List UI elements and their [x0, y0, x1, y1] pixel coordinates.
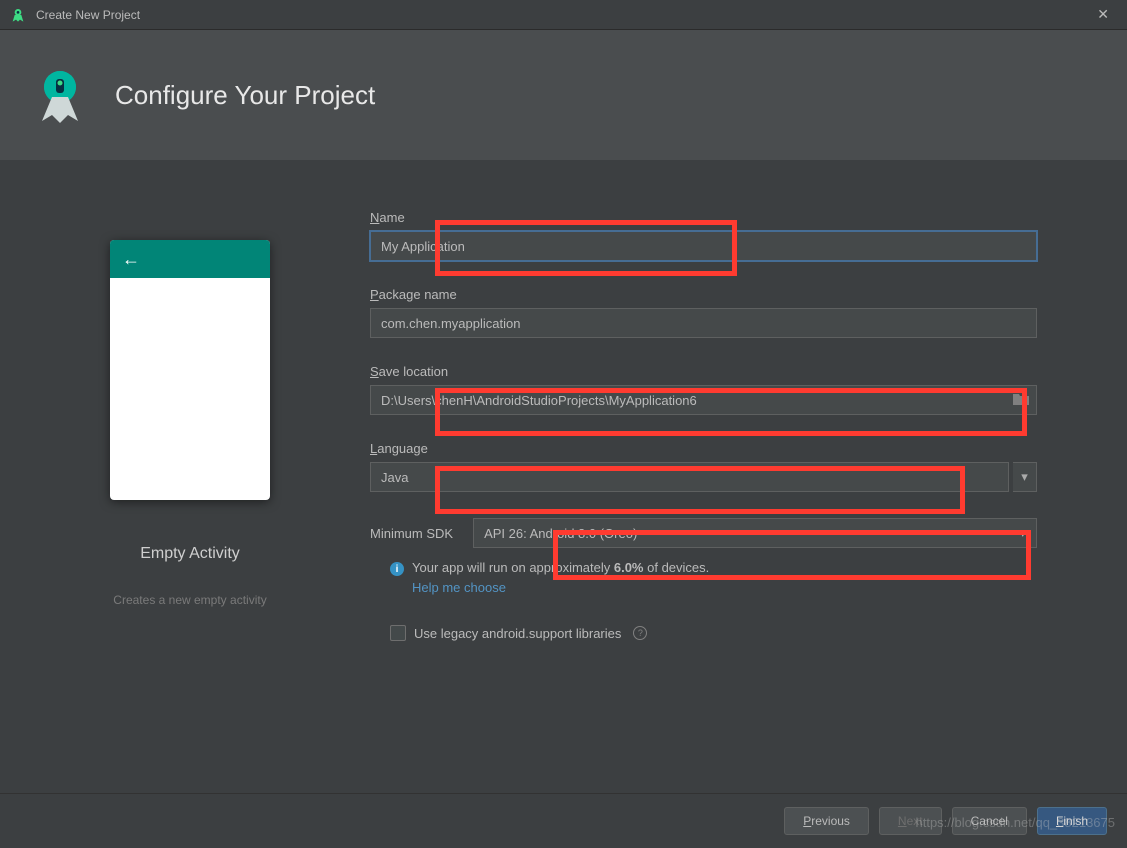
close-icon[interactable]: ✕ — [1089, 2, 1117, 27]
window-title: Create New Project — [36, 8, 1089, 22]
form-column: Name Package name Save location Language… — [370, 210, 1037, 641]
min-sdk-label: Minimum SDK — [370, 526, 453, 541]
preview-column: ← Empty Activity Creates a new empty act… — [90, 210, 290, 641]
field-language: Language Java ▾ — [370, 441, 1037, 492]
titlebar: Create New Project ✕ — [0, 0, 1127, 30]
device-coverage-text: Your app will run on approximately 6.0% … — [412, 560, 709, 575]
cancel-button[interactable]: Cancel — [952, 807, 1027, 835]
android-studio-logo — [30, 65, 90, 125]
package-label: Package name — [370, 287, 1037, 302]
legacy-checkbox[interactable] — [390, 625, 406, 641]
save-location-input[interactable] — [370, 385, 1037, 415]
header: Configure Your Project — [0, 30, 1127, 160]
info-icon: i — [390, 562, 404, 576]
field-package: Package name — [370, 287, 1037, 338]
name-input[interactable] — [370, 231, 1037, 261]
finish-button[interactable]: Finish — [1037, 807, 1107, 835]
field-save-location: Save location — [370, 364, 1037, 415]
browse-folder-icon[interactable] — [1013, 392, 1029, 408]
language-dropdown-icon[interactable]: ▾ — [1013, 462, 1037, 492]
field-name: Name — [370, 210, 1037, 261]
field-min-sdk: Minimum SDK API 26: Android 8.0 (Oreo) ▾… — [370, 518, 1037, 595]
chevron-down-icon: ▾ — [1019, 525, 1026, 541]
min-sdk-select[interactable]: API 26: Android 8.0 (Oreo) ▾ — [473, 518, 1037, 548]
footer: Previous Next Cancel Finish — [0, 793, 1127, 848]
android-studio-icon — [10, 7, 26, 23]
previous-button[interactable]: Previous — [784, 807, 869, 835]
legacy-label: Use legacy android.support libraries — [414, 626, 621, 641]
template-subtitle: Creates a new empty activity — [113, 593, 266, 607]
language-label: Language — [370, 441, 1037, 456]
help-me-choose-link[interactable]: Help me choose — [412, 580, 1037, 595]
back-arrow-icon: ← — [122, 249, 140, 270]
next-button: Next — [879, 807, 942, 835]
phone-preview: ← — [110, 240, 270, 500]
help-icon[interactable]: ? — [633, 626, 647, 640]
language-select[interactable]: Java — [370, 462, 1009, 492]
min-sdk-value: API 26: Android 8.0 (Oreo) — [484, 526, 637, 541]
legacy-support-row: Use legacy android.support libraries ? — [370, 625, 1037, 641]
template-title: Empty Activity — [140, 545, 240, 563]
name-label: Name — [370, 210, 1037, 225]
phone-topbar: ← — [110, 240, 270, 278]
page-title: Configure Your Project — [115, 80, 375, 111]
save-location-label: Save location — [370, 364, 1037, 379]
package-input[interactable] — [370, 308, 1037, 338]
